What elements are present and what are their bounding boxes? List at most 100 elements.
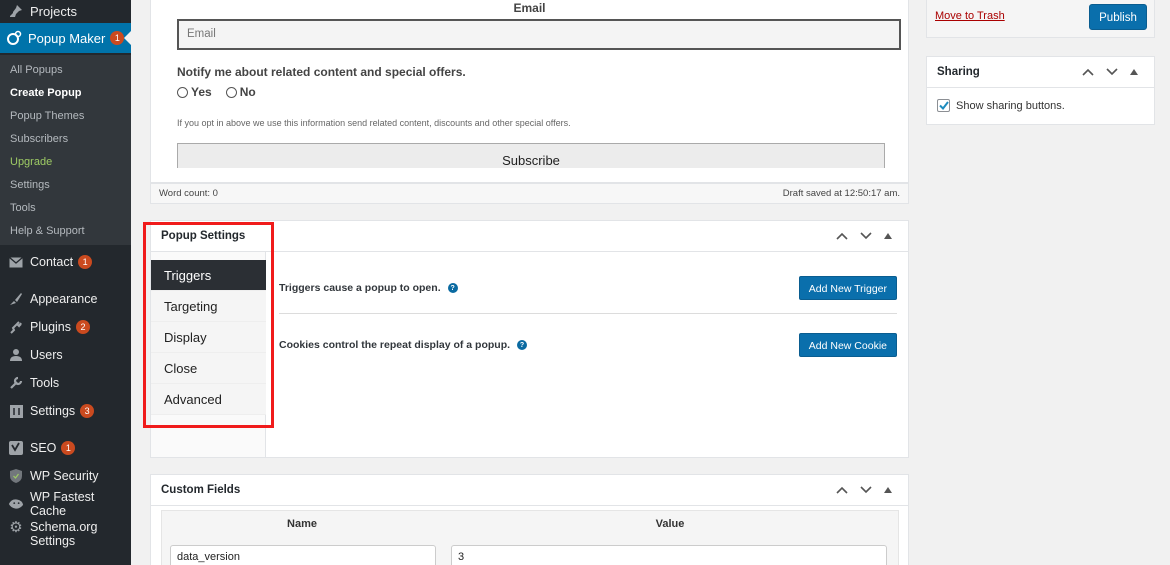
notification-badge: 1 xyxy=(78,255,93,269)
popup-maker-submenu: All Popups Create Popup Popup Themes Sub… xyxy=(0,55,131,245)
show-sharing-option[interactable]: Show sharing buttons. xyxy=(937,99,1065,112)
collapse-toggle-icon[interactable] xyxy=(1130,69,1144,75)
submenu-upgrade[interactable]: Upgrade xyxy=(0,151,131,174)
column-header-name: Name xyxy=(287,518,317,530)
sidebar-item-projects[interactable]: Projects xyxy=(0,0,131,22)
sidebar-item-label: Tools xyxy=(30,376,60,390)
postbox-header: Popup Settings xyxy=(151,221,908,252)
sidebar-item-label: Schema.org Settings xyxy=(30,520,98,548)
cookies-row: Cookies control the repeat display of a … xyxy=(279,333,897,357)
sidebar-item-schema-settings[interactable]: ⚙ Schema.org Settings xyxy=(0,518,131,552)
sidebar-item-label: Appearance xyxy=(30,292,98,306)
triggers-description: Triggers cause a popup to open. xyxy=(279,282,441,294)
sidebar-item-label: Settings xyxy=(30,404,76,418)
radio-button[interactable] xyxy=(177,86,188,98)
chevron-down-icon[interactable] xyxy=(860,486,874,494)
sidebar-item-seo[interactable]: SEO 1 xyxy=(0,434,131,462)
notification-badge: 3 xyxy=(80,404,95,418)
sidebar-item-label: Plugins xyxy=(30,320,71,334)
sidebar-item-contact[interactable]: Contact 1 xyxy=(0,248,131,276)
editor-content: Email Email Notify me about related cont… xyxy=(150,0,909,183)
divider xyxy=(279,313,897,314)
notify-label: Notify me about related content and spec… xyxy=(177,65,466,79)
sidebar-item-label: WP Fastest Cache xyxy=(30,490,95,518)
submenu-create-popup[interactable]: Create Popup xyxy=(0,82,131,105)
submenu-tools[interactable]: Tools xyxy=(0,197,131,220)
help-icon[interactable]: ? xyxy=(517,340,528,350)
email-label: Email xyxy=(513,1,546,15)
sidebar-item-plugins[interactable]: Plugins 2 xyxy=(0,313,131,341)
sharing-title: Sharing xyxy=(937,66,980,78)
radio-button[interactable] xyxy=(225,86,237,98)
help-icon[interactable]: ? xyxy=(447,283,458,293)
notification-badge: 1 xyxy=(110,31,125,45)
sidebar-item-label: Users xyxy=(30,348,63,362)
tab-display[interactable]: Display xyxy=(151,322,266,353)
collapse-toggle-icon[interactable] xyxy=(884,233,898,239)
custom-fields-box: Custom Fields Name Value data_version 3 xyxy=(150,474,909,565)
chevron-down-icon[interactable] xyxy=(860,232,874,240)
opt-in-disclaimer: If you opt in above we use this informat… xyxy=(177,118,571,128)
notification-badge: 1 xyxy=(61,441,76,455)
submenu-help-support[interactable]: Help & Support xyxy=(0,220,131,243)
add-new-cookie-button[interactable]: Add New Cookie xyxy=(798,333,897,357)
cookies-description: Cookies control the repeat display of a … xyxy=(279,339,511,351)
submenu-all-popups[interactable]: All Popups xyxy=(0,59,131,82)
postbox-header: Sharing xyxy=(927,57,1154,88)
submenu-settings[interactable]: Settings xyxy=(0,174,131,197)
sidebar-item-wp-security[interactable]: WP Security xyxy=(0,462,131,490)
plugin-icon xyxy=(8,319,24,335)
sidebar-item-users[interactable]: Users xyxy=(0,341,131,369)
tab-targeting[interactable]: Targeting xyxy=(151,291,266,322)
tab-triggers[interactable]: Triggers xyxy=(151,260,266,291)
chevron-up-icon[interactable] xyxy=(836,232,850,240)
subscribe-button[interactable]: Subscribe xyxy=(177,143,885,168)
publish-button[interactable]: Publish xyxy=(1089,4,1147,30)
sidebar-item-popup-maker[interactable]: Popup Maker 1 xyxy=(0,23,131,53)
yoast-icon xyxy=(8,440,24,456)
sidebar-item-tools[interactable]: Tools xyxy=(0,369,131,397)
radio-yes-label: Yes xyxy=(191,85,212,99)
chevron-down-icon[interactable] xyxy=(1106,68,1120,76)
move-to-trash-link[interactable]: Move to Trash xyxy=(935,10,1005,22)
sidebar-item-label: Contact xyxy=(30,255,74,269)
show-sharing-checkbox[interactable] xyxy=(937,99,950,112)
sidebar-item-label: SEO xyxy=(30,441,57,455)
shield-icon xyxy=(8,468,24,484)
submenu-subscribers[interactable]: Subscribers xyxy=(0,128,131,151)
notification-badge: 2 xyxy=(76,320,90,334)
custom-field-name-input[interactable]: data_version xyxy=(170,545,436,565)
publish-box: Move to Trash Publish xyxy=(926,0,1155,38)
add-new-trigger-button[interactable]: Add New Trigger xyxy=(798,276,897,300)
tab-close[interactable]: Close xyxy=(151,353,266,384)
collapse-toggle-icon[interactable] xyxy=(884,487,898,493)
editor-status-bar: Word count: 0 Draft saved at 12:50:17 am… xyxy=(150,183,909,204)
custom-fields-table: Name Value data_version 3 xyxy=(161,510,899,565)
show-sharing-label: Show sharing buttons. xyxy=(956,99,1065,112)
paintbrush-icon xyxy=(8,291,24,307)
sidebar-item-settings[interactable]: Settings 3 xyxy=(0,397,131,425)
tab-advanced[interactable]: Advanced xyxy=(151,384,266,415)
sidebar-item-wp-fastest-cache[interactable]: WP Fastest Cache xyxy=(0,490,131,518)
admin-sidebar: Projects Popup Maker 1 All Popups Create… xyxy=(0,0,131,565)
radio-yes[interactable]: Yes xyxy=(177,85,212,99)
submenu-popup-themes[interactable]: Popup Themes xyxy=(0,105,131,128)
radio-no[interactable]: No xyxy=(225,85,256,99)
postbox-header: Custom Fields xyxy=(151,475,908,506)
draft-saved-status: Draft saved at 12:50:17 am. xyxy=(782,188,900,199)
wrench-icon xyxy=(8,375,24,391)
envelope-icon xyxy=(8,254,24,270)
opt-in-radio-group: Yes No xyxy=(177,85,256,99)
sidebar-item-appearance[interactable]: Appearance xyxy=(0,285,131,313)
user-icon xyxy=(8,347,24,363)
chevron-up-icon[interactable] xyxy=(836,486,850,494)
checkmark-icon xyxy=(938,101,949,110)
chevron-up-icon[interactable] xyxy=(1082,68,1096,76)
custom-field-value-input[interactable]: 3 xyxy=(451,545,887,565)
custom-fields-title: Custom Fields xyxy=(161,484,241,496)
triggers-row: Triggers cause a popup to open. ? Add Ne… xyxy=(279,276,897,300)
sidebar-item-label: Projects xyxy=(30,3,77,19)
email-field[interactable]: Email xyxy=(177,19,901,50)
popup-maker-icon xyxy=(6,30,22,46)
word-count: Word count: 0 xyxy=(159,188,218,199)
